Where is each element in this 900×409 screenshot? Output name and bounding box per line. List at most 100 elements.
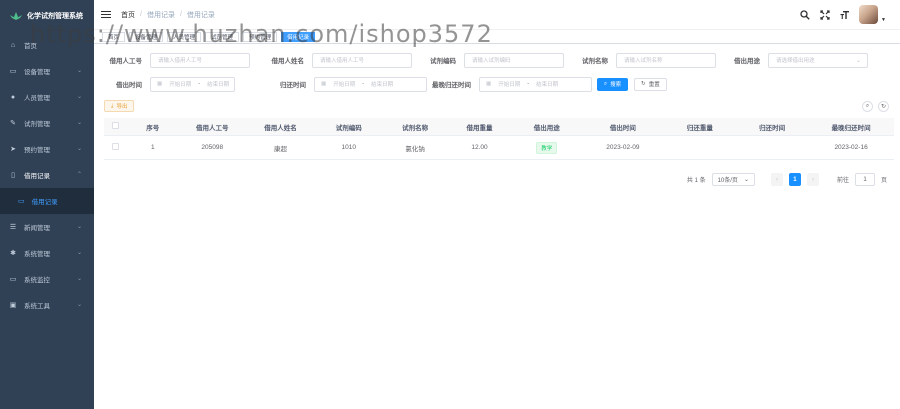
toolbox-icon: ▣ (9, 302, 17, 309)
tag-home[interactable]: 首页 (102, 31, 126, 42)
latest-return-range[interactable]: ▦ 开始日期 - 结束日期 (479, 76, 592, 92)
search-icon[interactable] (799, 9, 811, 21)
sidebar-item-device[interactable]: ▭ 设备管理 ⌄ (0, 58, 94, 84)
sidebar-item-home[interactable]: ⌂ 首页 (0, 32, 94, 58)
search-button[interactable]: ⌕ 搜索 (597, 77, 629, 91)
tag-reagent[interactable]: 试剂管理 (205, 31, 240, 42)
search-row-2: 借出时间 ▦ 开始日期 - 结束日期 归还时间 ▦ 开始日期 - 结束日期 最晚… (100, 76, 667, 92)
font-size-icon[interactable] (839, 9, 851, 21)
tags-view: 首页 设备管理 人员管理 试剂管理 预约管理 借用记录 (94, 30, 900, 44)
monitor-icon: ▭ (9, 68, 17, 75)
chevron-down-icon: ⌄ (76, 302, 82, 308)
page-size-select[interactable]: 10条/页 ⌄ (711, 173, 755, 186)
prev-page-button[interactable]: ‹ (770, 173, 783, 186)
sidebar-item-monitor[interactable]: ▭ 系统监控 ⌄ (0, 266, 94, 292)
table-row[interactable]: 1 205098 康超 1010 氯化钠 12.00 教学 2023-02-09… (104, 136, 894, 160)
chevron-down-icon: ⌄ (855, 57, 861, 64)
reagent-code-input[interactable]: 请输入试剂编码 (464, 52, 564, 68)
fullscreen-icon[interactable] (819, 9, 831, 21)
column-header: 序号 (146, 124, 160, 132)
sidebar-item-news[interactable]: ☰ 新闻管理 ⌄ (0, 214, 94, 240)
refresh-button[interactable]: ↻ (878, 101, 889, 112)
column-header: 借出时间 (609, 124, 636, 132)
tag-people[interactable]: 人员管理 (167, 31, 202, 42)
logo-icon (10, 12, 22, 20)
sidebar-item-system[interactable]: ✱ 系统管理 ⌄ (0, 240, 94, 266)
toggle-search-button[interactable]: ⌕ (862, 101, 873, 112)
calendar-icon: ▦ (486, 81, 492, 87)
goto-label: 前往 (836, 178, 849, 184)
next-page-button[interactable]: › (806, 173, 819, 186)
purpose-label: 借出用途 (734, 58, 760, 65)
chevron-down-icon: ⌄ (76, 120, 82, 126)
sidebar-item-label: 人员管理 (24, 95, 50, 102)
caret-down-icon[interactable]: ▼ (881, 17, 886, 23)
tag-device[interactable]: 设备管理 (129, 31, 164, 42)
sidebar-item-tools[interactable]: ▣ 系统工具 ⌄ (0, 292, 94, 318)
chevron-down-icon: ⌄ (76, 224, 82, 230)
tag-borrow-record[interactable]: 借用记录 (281, 31, 316, 42)
row-checkbox[interactable] (104, 143, 127, 152)
cell-reagent-name: 氯化钠 (405, 145, 425, 153)
breadcrumb: 首页 / 借用记录 / 借用记录 (121, 10, 215, 20)
sidebar-item-borrow[interactable]: ▯ 借用记录 ⌃ (0, 162, 94, 188)
search-icon: ⌕ (604, 80, 608, 87)
select-all-checkbox[interactable] (104, 122, 127, 131)
chevron-down-icon: ⌄ (76, 94, 82, 100)
sidebar-item-label: 系统工具 (24, 303, 50, 310)
monitor-icon: ▭ (9, 276, 17, 283)
reagent-name-input[interactable]: 请输入试剂名称 (616, 52, 716, 68)
reset-button[interactable]: ↻ 重置 (634, 77, 667, 91)
list-icon: ☰ (9, 224, 17, 231)
sidebar-item-label: 试剂管理 (24, 121, 50, 128)
monitor-icon: ▭ (18, 198, 25, 205)
breadcrumb-item[interactable]: 首页 (121, 10, 135, 20)
refresh-icon: ↻ (880, 104, 887, 110)
sidebar-item-reagent[interactable]: ✎ 试剂管理 ⌄ (0, 110, 94, 136)
sidebar-subitem-borrow-record[interactable]: ▭ 借用记录 (0, 188, 94, 214)
start-date-placeholder: 开始日期 (498, 82, 521, 88)
purpose-select[interactable]: 请选择借出用途 ⌄ (768, 52, 868, 68)
column-header: 借用人姓名 (264, 124, 297, 132)
borrower-name-input[interactable]: 请输入借用人工号 (312, 52, 412, 68)
search-icon: ⌕ (865, 103, 870, 109)
hamburger-icon[interactable] (101, 10, 111, 19)
column-header: 归还时间 (759, 124, 786, 132)
calendar-icon: ▦ (157, 81, 163, 87)
status-badge: 教学 (536, 141, 558, 154)
sidebar-item-label: 借用记录 (24, 173, 50, 180)
purpose-select-placeholder: 请选择借出用途 (776, 58, 815, 64)
cell-weight: 12.00 (471, 144, 488, 151)
goto-page-input[interactable]: 1 (854, 173, 875, 186)
borrow-time-range[interactable]: ▦ 开始日期 - 结束日期 (150, 76, 235, 92)
breadcrumb-item: 借用记录 (146, 11, 175, 19)
sidebar-item-booking[interactable]: ➤ 预约管理 ⌄ (0, 136, 94, 162)
breadcrumb-item: 借用记录 (186, 11, 215, 19)
cell-borrow-time: 2023-02-09 (606, 144, 640, 151)
column-header: 借出用途 (533, 124, 560, 132)
app-title: 化学试剂管理系统 (27, 13, 83, 20)
borrow-time-label: 借出时间 (116, 82, 142, 89)
avatar[interactable] (859, 5, 879, 24)
pagination-total: 共 1 条 (686, 178, 706, 184)
navbar: 首页 / 借用记录 / 借用记录 ▼ (94, 0, 900, 30)
latest-return-label: 最晚归还时间 (432, 82, 471, 89)
return-time-range[interactable]: ▦ 开始日期 - 结束日期 (314, 76, 427, 92)
column-header: 最晚归还时间 (831, 124, 871, 132)
page-suffix: 页 (880, 178, 887, 184)
page-number-current[interactable]: 1 (788, 173, 801, 186)
sidebar-subitem-label: 借用记录 (31, 199, 58, 206)
borrower-id-input[interactable]: 请输入借用人工号 (150, 52, 250, 68)
borrower-id-label: 借用人工号 (109, 58, 143, 65)
chevron-up-icon: ⌃ (76, 172, 82, 178)
user-icon: ● (10, 93, 16, 101)
column-header: 借用重量 (466, 124, 493, 132)
sidebar-item-people[interactable]: ● 人员管理 ⌄ (0, 84, 94, 110)
start-date-placeholder: 开始日期 (333, 82, 356, 88)
export-button[interactable]: ⤓ 导出 (104, 100, 135, 112)
app-logo[interactable]: 化学试剂管理系统 (0, 0, 94, 32)
column-header: 试剂名称 (402, 124, 429, 132)
reagent-name-label: 试剂名称 (582, 58, 608, 65)
tag-booking[interactable]: 预约管理 (243, 31, 278, 42)
cell-borrower-id: 205098 (201, 144, 224, 151)
